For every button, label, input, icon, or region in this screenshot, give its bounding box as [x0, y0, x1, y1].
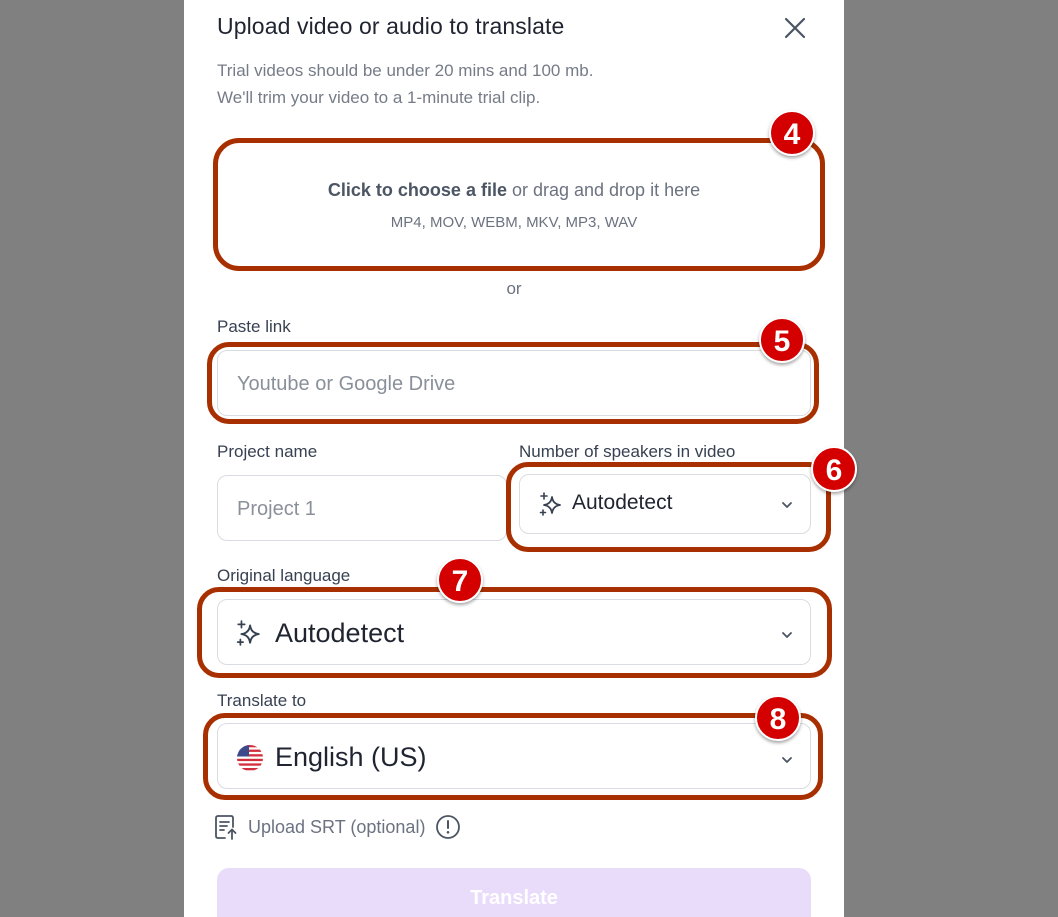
dropzone-drag-text: or drag and drop it here: [506, 180, 701, 200]
sparkle-icon: [539, 492, 561, 516]
dialog-subtitle-line2: We'll trim your video to a 1-minute tria…: [217, 88, 541, 107]
paste-link-input[interactable]: Youtube or Google Drive: [217, 350, 811, 416]
original-language-select[interactable]: Autodetect: [217, 599, 811, 665]
original-language-label: Original language: [217, 566, 351, 585]
chevron-down-icon: [782, 632, 792, 638]
paste-link-placeholder: Youtube or Google Drive: [237, 373, 456, 395]
annotation-badge-7: 7: [437, 557, 483, 603]
annotation-badge-8: 8: [755, 695, 801, 741]
translate-button[interactable]: Translate: [217, 868, 811, 917]
original-language-value: Autodetect: [275, 618, 405, 648]
project-name-input[interactable]: Project 1: [217, 475, 507, 541]
chevron-down-icon: [782, 757, 792, 763]
us-flag-icon: [237, 745, 263, 771]
or-divider: or: [506, 279, 522, 298]
dialog-subtitle-line1: Trial videos should be under 20 mins and…: [217, 61, 594, 80]
dropzone-instructions: Click to choose a file or drag and drop …: [217, 180, 811, 201]
info-icon[interactable]: [435, 814, 461, 840]
upload-srt-row[interactable]: Upload SRT (optional): [214, 812, 461, 842]
speakers-value: Autodetect: [572, 491, 673, 514]
dialog-title: Upload video or audio to translate: [217, 13, 565, 39]
chevron-down-icon: [782, 502, 792, 508]
speakers-select[interactable]: Autodetect: [519, 474, 811, 534]
translate-to-select[interactable]: English (US): [217, 723, 811, 789]
sparkle-icon: [236, 620, 260, 646]
project-name-label: Project name: [217, 442, 318, 461]
upload-dialog: Upload video or audio to translate Trial…: [184, 0, 844, 917]
annotation-badge-5: 5: [759, 317, 805, 363]
file-dropzone[interactable]: Click to choose a file or drag and drop …: [217, 142, 811, 268]
dropzone-formats: MP4, MOV, WEBM, MKV, MP3, WAV: [390, 214, 638, 231]
paste-link-label: Paste link: [217, 317, 291, 336]
translate-to-value: English (US): [275, 742, 427, 772]
annotation-badge-6: 6: [811, 446, 857, 492]
annotation-badge-4: 4: [769, 110, 815, 156]
close-icon[interactable]: [782, 15, 808, 41]
speakers-label: Number of speakers in video: [519, 442, 736, 461]
choose-file-link[interactable]: Click to choose a file: [328, 180, 507, 200]
document-upload-icon: [215, 815, 237, 840]
project-name-placeholder: Project 1: [237, 498, 316, 520]
upload-srt-label[interactable]: Upload SRT (optional): [248, 817, 425, 838]
translate-to-label: Translate to: [217, 691, 307, 710]
